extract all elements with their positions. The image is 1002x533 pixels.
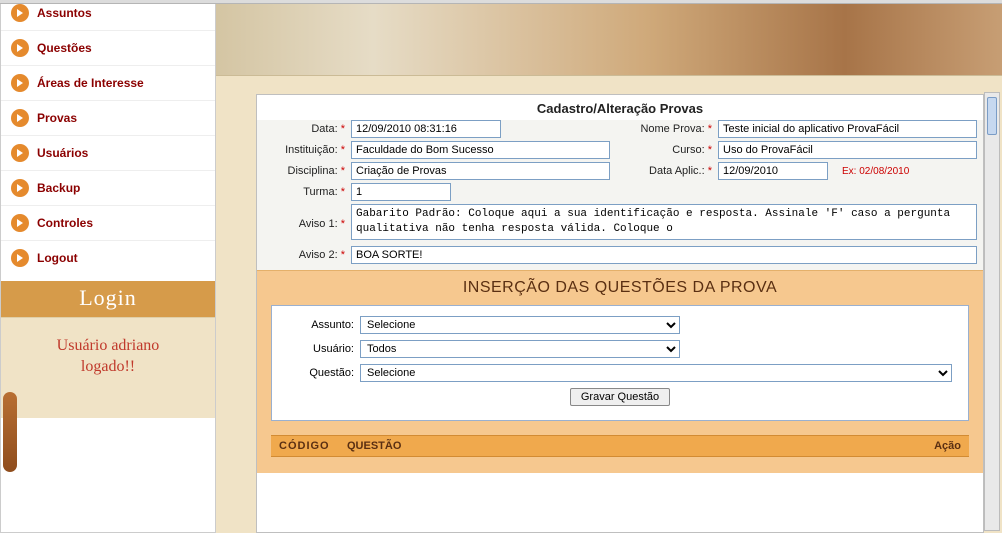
chevron-right-icon [11, 39, 29, 57]
select-questao[interactable]: Selecione [360, 364, 952, 382]
label-data: Data: * [263, 123, 347, 135]
sidebar-item-label: Assuntos [37, 6, 92, 20]
label-questao: Questão: [288, 367, 360, 379]
decorative-bar [3, 392, 17, 472]
chevron-right-icon [11, 249, 29, 267]
sidebar-item-usuarios[interactable]: Usuários [1, 135, 215, 170]
input-data-aplic[interactable] [718, 162, 828, 180]
insert-box: Assunto: Selecione Usuário: Todos Questã… [271, 305, 969, 421]
insert-title: INSERÇÃO DAS QUESTÕES DA PROVA [271, 279, 969, 297]
input-disciplina[interactable] [351, 162, 610, 180]
label-nome-prova: Nome Prova: * [614, 123, 714, 135]
sidebar-item-provas[interactable]: Provas [1, 100, 215, 135]
header-banner [216, 4, 1002, 76]
input-instituicao[interactable] [351, 141, 610, 159]
chevron-right-icon [11, 214, 29, 232]
logged-user-line1: Usuário adriano [11, 336, 205, 357]
panel-title: Cadastro/Alteração Provas [257, 95, 983, 120]
prova-form: Data: * Nome Prova: * Instituição: * Cur… [257, 120, 983, 270]
logged-user-line2: logado!! [11, 357, 205, 378]
login-section-title: Login [1, 281, 215, 317]
sidebar-item-assuntos[interactable]: Assuntos [1, 4, 215, 30]
col-questao: QUESTÃO [347, 440, 913, 452]
select-usuario[interactable]: Todos [360, 340, 680, 358]
content-panel: Cadastro/Alteração Provas Data: * Nome P… [256, 94, 984, 533]
textarea-aviso1[interactable] [351, 204, 977, 240]
sidebar-item-label: Controles [37, 216, 93, 230]
save-question-button[interactable]: Gravar Questão [570, 388, 670, 406]
sidebar-item-label: Logout [37, 251, 78, 265]
hint-data-aplic: Ex: 02/08/2010 [834, 166, 909, 177]
label-usuario: Usuário: [288, 343, 360, 355]
sidebar-item-label: Provas [37, 111, 77, 125]
logged-user-status: Usuário adriano logado!! [1, 317, 215, 418]
input-curso[interactable] [718, 141, 977, 159]
sidebar-menu: Assuntos Questões Áreas de Interesse Pro… [1, 4, 215, 281]
input-aviso2[interactable] [351, 246, 977, 264]
label-aviso2: Aviso 2: * [263, 249, 347, 261]
input-data[interactable] [351, 120, 501, 138]
label-turma: Turma: * [263, 186, 347, 198]
insert-questions-panel: INSERÇÃO DAS QUESTÕES DA PROVA Assunto: … [257, 270, 983, 473]
input-turma[interactable] [351, 183, 451, 201]
sidebar-item-label: Áreas de Interesse [37, 76, 144, 90]
select-assunto[interactable]: Selecione [360, 316, 680, 334]
chevron-right-icon [11, 179, 29, 197]
questions-table-header: CÓDIGO QUESTÃO Ação [271, 435, 969, 457]
label-aviso1: Aviso 1: * [263, 218, 347, 230]
scrollbar-thumb[interactable] [987, 97, 997, 135]
sidebar-item-logout[interactable]: Logout [1, 240, 215, 275]
sidebar-item-areas[interactable]: Áreas de Interesse [1, 65, 215, 100]
input-nome-prova[interactable] [718, 120, 977, 138]
chevron-right-icon [11, 144, 29, 162]
sidebar-item-label: Questões [37, 41, 92, 55]
vertical-scrollbar[interactable] [984, 92, 1000, 531]
label-data-aplic: Data Aplic.: * [614, 165, 714, 177]
sidebar-item-controles[interactable]: Controles [1, 205, 215, 240]
chevron-right-icon [11, 109, 29, 127]
main-area: Cadastro/Alteração Provas Data: * Nome P… [216, 4, 1002, 533]
chevron-right-icon [11, 74, 29, 92]
label-instituicao: Instituição: * [263, 144, 347, 156]
col-codigo: CÓDIGO [279, 440, 347, 452]
sidebar-item-backup[interactable]: Backup [1, 170, 215, 205]
sidebar-item-questoes[interactable]: Questões [1, 30, 215, 65]
chevron-right-icon [11, 4, 29, 22]
sidebar-item-label: Usuários [37, 146, 88, 160]
label-disciplina: Disciplina: * [263, 165, 347, 177]
label-assunto: Assunto: [288, 319, 360, 331]
label-curso: Curso: * [614, 144, 714, 156]
sidebar-item-label: Backup [37, 181, 80, 195]
col-acao: Ação [913, 440, 961, 452]
sidebar: Assuntos Questões Áreas de Interesse Pro… [0, 4, 216, 533]
